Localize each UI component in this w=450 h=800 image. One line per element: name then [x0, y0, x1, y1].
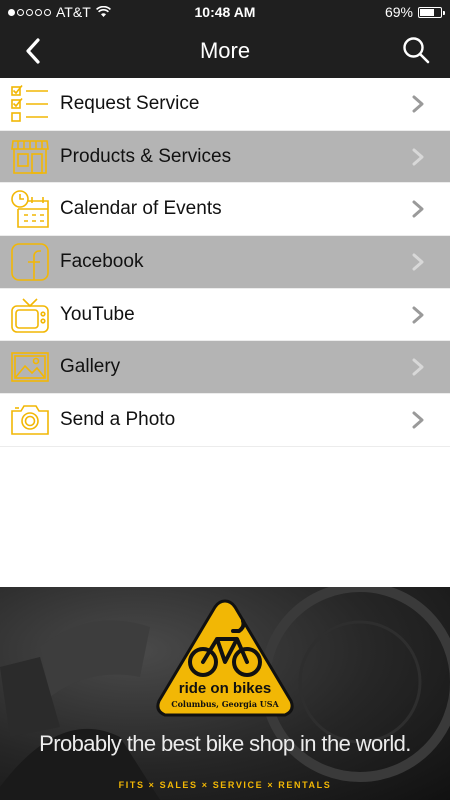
nav-bar: More	[0, 24, 450, 78]
back-button[interactable]	[18, 36, 48, 66]
chevron-right-icon	[412, 95, 424, 113]
page-title: More	[199, 38, 251, 63]
storefront-icon	[10, 137, 50, 177]
menu-item-products-services[interactable]: Products & Services	[0, 130, 450, 184]
status-left: AT&T	[8, 4, 111, 20]
menu-item-request-service[interactable]: Request Service	[0, 78, 450, 131]
menu-item-label: Products & Services	[60, 145, 232, 167]
menu-item-label: Facebook	[60, 250, 144, 272]
tv-icon	[10, 295, 50, 335]
camera-icon	[10, 400, 50, 440]
status-right: 69%	[384, 4, 445, 20]
battery-icon	[418, 6, 445, 18]
menu-item-calendar-events[interactable]: Calendar of Events	[0, 183, 450, 237]
menu-item-gallery[interactable]: Gallery	[0, 341, 450, 395]
chevron-right-icon	[412, 411, 424, 429]
signal-icon	[8, 8, 51, 16]
status-bar: AT&T 10:48 AM 69%	[0, 0, 450, 24]
chevron-right-icon	[412, 148, 424, 166]
search-icon	[403, 37, 430, 64]
logo-title: ride on bikes	[178, 680, 272, 697]
battery-percent: 69%	[384, 4, 413, 20]
menu-item-facebook[interactable]: Facebook	[0, 236, 450, 289]
chevron-right-icon	[412, 358, 424, 376]
menu-item-youtube[interactable]: YouTube	[0, 289, 450, 342]
chevron-right-icon	[412, 306, 424, 324]
battery-fill	[420, 8, 434, 16]
menu-list: Request Service Products & Services Cale…	[0, 78, 450, 447]
banner-tagline: Probably the best bike shop in the world…	[39, 731, 411, 756]
chevron-right-icon	[412, 253, 424, 271]
checklist-icon	[10, 84, 50, 124]
menu-item-label: Gallery	[60, 356, 121, 378]
carrier-name: AT&T	[56, 4, 91, 20]
banner-services: FITS × SALES × SERVICE × RENTALS	[118, 780, 332, 790]
picture-icon	[10, 347, 50, 387]
search-button[interactable]	[400, 34, 432, 66]
chevron-left-icon	[26, 38, 40, 64]
calendar-clock-icon	[10, 189, 50, 229]
promo-banner[interactable]: ride on bikes Columbus, Georgia USA Prob…	[0, 587, 450, 800]
logo-subtitle: Columbus, Georgia USA	[171, 699, 279, 709]
wifi-icon	[95, 6, 111, 17]
menu-item-label: Send a Photo	[60, 408, 176, 430]
menu-item-label: Request Service	[60, 92, 200, 114]
menu-item-label: Calendar of Events	[60, 198, 222, 220]
menu-item-send-photo[interactable]: Send a Photo	[0, 394, 450, 447]
menu-item-label: YouTube	[60, 303, 135, 325]
facebook-icon	[10, 242, 50, 282]
chevron-right-icon	[412, 200, 424, 218]
